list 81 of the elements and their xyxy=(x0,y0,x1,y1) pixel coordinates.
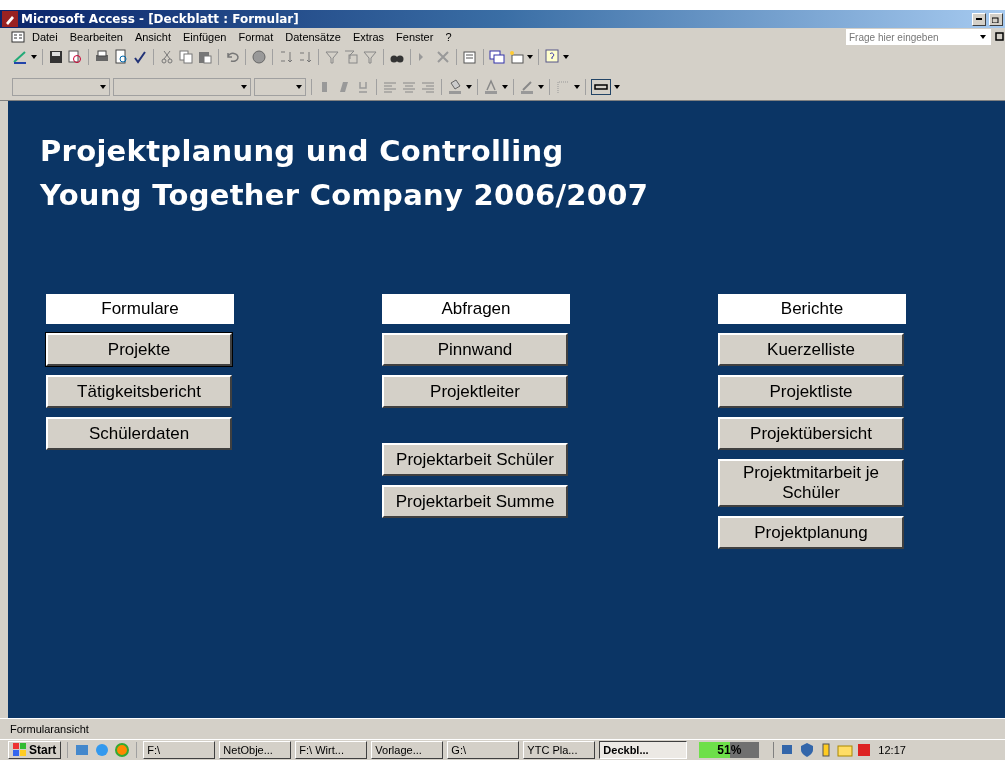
form-heading: Young Together Company 2006/2007 xyxy=(40,177,650,214)
menu-item[interactable]: Datei xyxy=(26,31,64,43)
taskbar-button[interactable]: F:\ xyxy=(143,741,216,759)
caret-icon[interactable] xyxy=(502,85,508,89)
design-view-icon[interactable] xyxy=(12,49,28,65)
form-button[interactable]: Projektarbeit Summe xyxy=(382,485,568,518)
section-header: Berichte xyxy=(718,294,906,324)
caret-icon[interactable] xyxy=(563,55,569,59)
search-icon[interactable] xyxy=(67,49,83,65)
spelling-check-icon[interactable] xyxy=(132,49,148,65)
minimize-button[interactable] xyxy=(972,12,986,26)
battery-reading: 51% xyxy=(716,743,743,757)
sort-descending-icon[interactable] xyxy=(297,49,313,65)
form-button[interactable]: Projektplanung xyxy=(718,516,904,549)
save-icon[interactable] xyxy=(48,49,64,65)
form-button[interactable]: Kuerzelliste xyxy=(718,333,904,366)
form-button[interactable]: Projekte xyxy=(46,333,232,366)
shield-icon[interactable] xyxy=(799,742,816,758)
form-button[interactable]: Projektarbeit Schüler xyxy=(382,443,568,476)
menu-item[interactable]: Fenster xyxy=(390,31,440,43)
minimize-icon xyxy=(976,18,982,20)
filter-funnel-icon[interactable] xyxy=(362,49,378,65)
sort-ascending-icon[interactable] xyxy=(278,49,294,65)
form-icon[interactable] xyxy=(10,29,26,45)
restore-icon xyxy=(992,15,1000,23)
taskbar-button[interactable]: G:\ xyxy=(447,741,520,759)
form-button[interactable]: Projektmitarbeit je Schüler xyxy=(718,459,904,507)
form-button[interactable]: Schülerdaten xyxy=(46,417,232,450)
caret-icon[interactable] xyxy=(980,35,986,39)
menu-item[interactable]: Ansicht xyxy=(128,31,177,43)
form-button[interactable]: Pinnwand xyxy=(382,333,568,366)
menu-item[interactable]: Datensätze xyxy=(279,31,347,43)
caret-icon[interactable] xyxy=(31,55,37,59)
caret-icon[interactable] xyxy=(296,85,302,89)
window-title: Microsoft Access - [Deckblatt : Formular] xyxy=(21,12,300,26)
filter-form-icon[interactable] xyxy=(343,49,359,65)
filter-icon[interactable] xyxy=(324,49,340,65)
restore-button[interactable] xyxy=(989,12,1003,26)
caret-icon[interactable] xyxy=(527,55,533,59)
database-window-icon[interactable] xyxy=(489,49,505,65)
font-color-icon[interactable] xyxy=(483,79,499,95)
taskbar-button[interactable]: YTC Pla... xyxy=(523,741,596,759)
caret-icon[interactable] xyxy=(614,85,620,89)
clock: 12:17 xyxy=(878,744,906,756)
menu-item[interactable]: ? xyxy=(439,31,458,43)
print-preview-icon[interactable] xyxy=(113,49,129,65)
section-header: Formulare xyxy=(46,294,234,324)
caret-icon[interactable] xyxy=(241,85,247,89)
help-icon[interactable] xyxy=(544,49,560,65)
properties-icon[interactable] xyxy=(462,49,478,65)
caret-icon[interactable] xyxy=(538,85,544,89)
media-player-icon[interactable] xyxy=(114,742,131,758)
folder-icon[interactable] xyxy=(837,742,854,758)
caret-icon[interactable] xyxy=(574,85,580,89)
help-field[interactable]: Frage hier eingeben xyxy=(846,29,991,45)
taskbar-button[interactable]: NetObje... xyxy=(219,741,292,759)
menu-item[interactable]: Format xyxy=(232,31,280,43)
menu-item[interactable]: Bearbeiten xyxy=(63,31,129,43)
taskbar-button[interactable]: Vorlage... xyxy=(371,741,444,759)
form-heading: Projektplanung und Controlling xyxy=(40,133,565,170)
caret-icon[interactable] xyxy=(466,85,472,89)
windows-logo-icon xyxy=(13,743,27,757)
form-button[interactable]: Projektleiter xyxy=(382,375,568,408)
browser-icon[interactable] xyxy=(94,742,111,758)
taskbar-button[interactable]: Deckbl... xyxy=(599,741,688,759)
section-header: Abfragen xyxy=(382,294,570,324)
taskbar-button[interactable]: F:\ Wirt... xyxy=(295,741,368,759)
start-button[interactable]: Start xyxy=(8,741,62,759)
form-button[interactable]: Projektübersicht xyxy=(718,417,904,450)
paste-icon[interactable] xyxy=(197,49,213,65)
status-text: Formularansicht xyxy=(10,723,89,735)
line-color-icon[interactable] xyxy=(519,79,535,95)
form-button[interactable]: Tätigkeitsbericht xyxy=(46,375,232,408)
special-effect-icon[interactable] xyxy=(591,79,611,95)
form-button[interactable]: Projektliste xyxy=(718,375,904,408)
menu-item[interactable]: Extras xyxy=(346,31,391,43)
caret-icon[interactable] xyxy=(100,85,106,89)
menu-item[interactable]: Einfügen xyxy=(177,31,233,43)
scissors-icon[interactable] xyxy=(159,49,175,65)
copy-icon[interactable] xyxy=(178,49,194,65)
delete-record-icon[interactable] xyxy=(435,49,451,65)
